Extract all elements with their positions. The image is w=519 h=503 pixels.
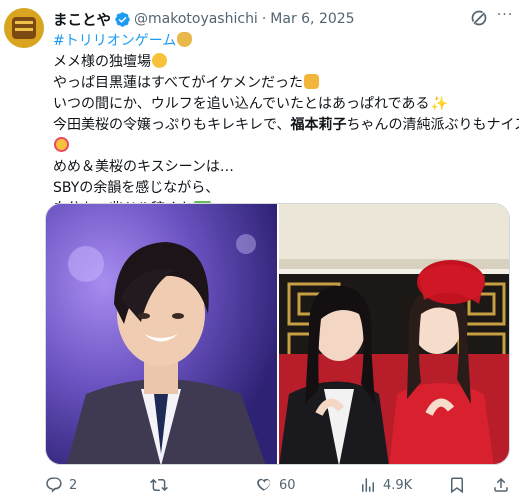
smile-emoji-icon bbox=[152, 53, 167, 68]
tweet-line: やっぱ目黒蓮はすべてがイケメンだった bbox=[53, 73, 515, 94]
tweet-date[interactable]: Mar 6, 2025 bbox=[270, 11, 354, 27]
reply-count: 2 bbox=[69, 477, 78, 493]
tweet-line: メメ様の独壇場 bbox=[53, 52, 515, 73]
tweet-text-segment: めめ＆美桜のキスシーンは… bbox=[53, 159, 234, 175]
grok-icon[interactable] bbox=[469, 8, 489, 28]
photo-man-in-suit[interactable] bbox=[46, 204, 277, 465]
tweet-line: めめ＆美桜のキスシーンは… bbox=[53, 157, 515, 178]
share-button[interactable] bbox=[492, 474, 516, 496]
views-count: 4.9K bbox=[383, 477, 413, 493]
repost-icon bbox=[150, 478, 168, 492]
heart-icon bbox=[257, 478, 271, 491]
author-name[interactable]: まことや bbox=[53, 9, 111, 30]
views-icon bbox=[362, 478, 374, 492]
sparkle-emoji-icon: ✨ bbox=[430, 96, 448, 112]
more-options-icon[interactable]: ··· bbox=[495, 8, 515, 28]
avatar-detail bbox=[15, 21, 33, 24]
bold-text: 福本莉子 bbox=[290, 117, 347, 133]
author-handle[interactable]: @makotoyashichi bbox=[134, 11, 258, 27]
tweet-text-segment: メメ様の独壇場 bbox=[53, 54, 151, 70]
tweet-header: まことや @makotoyashichi · Mar 6, 2025 bbox=[53, 9, 355, 29]
separator-dot: · bbox=[261, 11, 267, 27]
heart-face-emoji-icon bbox=[54, 137, 69, 152]
tweet-text: #トリリオンゲーム メメ様の独壇場やっぱ目黒蓮はすべてがイケメンだったいつの間にか… bbox=[53, 31, 519, 220]
views-button[interactable]: 4.9K bbox=[359, 474, 412, 496]
repost-button[interactable] bbox=[150, 474, 174, 496]
action-bar: 2 60 4.9K bbox=[45, 474, 515, 496]
tweet-text-segment: やっぱ目黒蓮はすべてがイケメンだった bbox=[53, 75, 304, 91]
avatar-detail bbox=[15, 28, 33, 31]
share-icon bbox=[494, 477, 508, 492]
tweet-text-segment: いつの間にか、ウルフを追い込んでいたとはあっぱれである bbox=[53, 96, 430, 112]
tweet-line: 今田美桜の令嬢っぷりもキレキレで、福本莉子ちゃんの清純派ぶりもナイス bbox=[53, 115, 519, 136]
money-bag-emoji-icon bbox=[177, 32, 193, 47]
tweet-line: いつの間にか、ウルフを追い込んでいたとはあっぱれである✨ bbox=[53, 94, 515, 115]
tweet-text-segment: ちゃんの清純派ぶりもナイス bbox=[346, 117, 519, 133]
bookmark-icon bbox=[451, 477, 463, 494]
hashtag-link[interactable]: #トリリオンゲーム bbox=[53, 33, 176, 49]
thumb-emoji-icon bbox=[304, 74, 320, 89]
reply-icon bbox=[46, 477, 62, 493]
verified-badge-icon bbox=[115, 11, 130, 27]
tweet-text-segment: SBYの余韻を感じながら、 bbox=[53, 180, 220, 196]
tweet-card[interactable]: まことや @makotoyashichi · Mar 6, 2025 ··· #… bbox=[0, 0, 519, 503]
tweet-line bbox=[53, 136, 515, 157]
tweet-line: SBYの余韻を感じながら、 bbox=[53, 178, 515, 199]
media-grid[interactable] bbox=[45, 203, 510, 465]
tweet-line: #トリリオンゲーム bbox=[53, 31, 515, 52]
reply-button[interactable]: 2 bbox=[45, 474, 77, 496]
avatar[interactable] bbox=[4, 8, 44, 48]
tweet-text-segment: 今田美桜の令嬢っぷりもキレキレで、 bbox=[53, 117, 291, 133]
like-count: 60 bbox=[279, 477, 296, 493]
photo-two-women[interactable] bbox=[279, 204, 510, 465]
like-button[interactable]: 60 bbox=[255, 474, 296, 496]
bookmark-button[interactable] bbox=[448, 474, 472, 496]
